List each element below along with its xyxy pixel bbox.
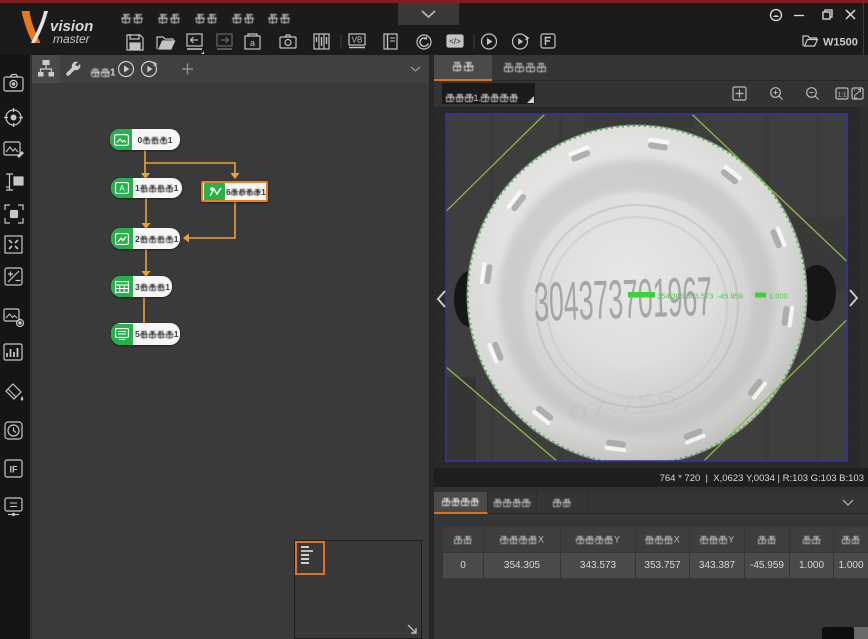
- svg-text:W1500: W1500: [823, 37, 858, 49]
- svg-text:A: A: [119, 184, 125, 193]
- svg-text:764 * 720 | X,0623 Y,0034 |: 764 * 720 | X,0623 Y,0034 | R:103 G:103 …: [660, 473, 864, 484]
- svg-text:VB: VB: [352, 36, 363, 45]
- svg-text:master: master: [53, 32, 91, 46]
- svg-text:IF: IF: [10, 465, 19, 475]
- svg-text:</>: </>: [449, 37, 461, 46]
- svg-text:1:1: 1:1: [837, 92, 846, 99]
- svg-text:354.305,343.573 -45.959: 354.305,343.573 -45.959: [657, 292, 743, 301]
- svg-text:1.000: 1.000: [769, 292, 788, 301]
- svg-text:a: a: [250, 38, 255, 48]
